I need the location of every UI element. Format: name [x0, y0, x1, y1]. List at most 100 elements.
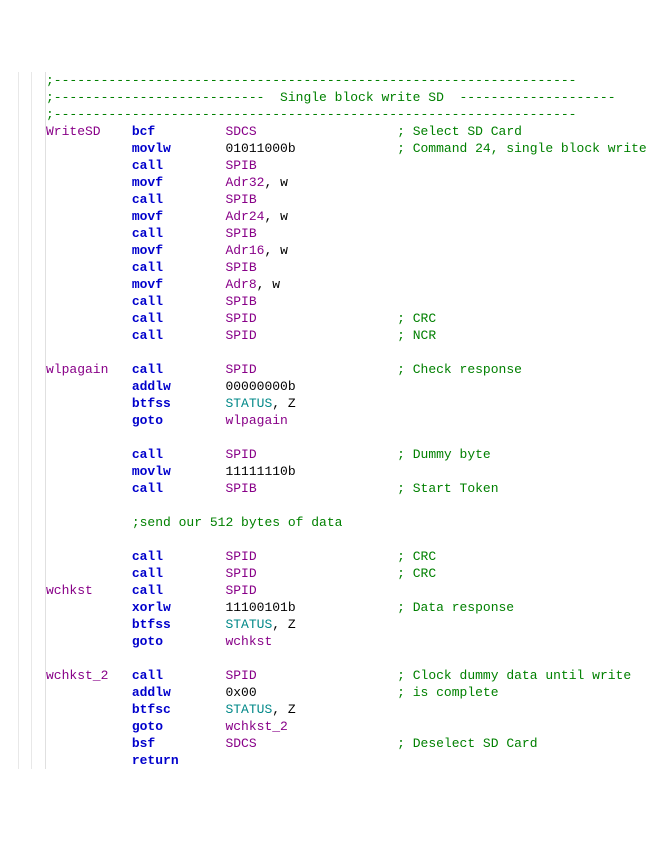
code-line: ;---------------------------------------… [6, 106, 644, 123]
gutter [6, 157, 46, 174]
gutter [6, 412, 46, 429]
instruction: bsf [132, 736, 226, 751]
instruction: call [132, 192, 226, 207]
comment: ; Deselect SD Card [397, 736, 537, 751]
gutter [6, 616, 46, 633]
label-empty [46, 719, 132, 734]
code-line: goto wchkst_2 [6, 718, 644, 735]
gutter [6, 633, 46, 650]
gutter [6, 123, 46, 140]
instruction: call [132, 668, 226, 683]
gutter [6, 361, 46, 378]
instruction: movf [132, 175, 226, 190]
comment: ; Command 24, single block write [397, 141, 647, 156]
code-line [6, 497, 644, 514]
comment: ; CRC [397, 311, 436, 326]
code-line [6, 650, 644, 667]
label: wchkst [46, 583, 132, 598]
label-empty [46, 600, 132, 615]
gutter [6, 684, 46, 701]
label-empty [46, 634, 132, 649]
operands: 11100101b [225, 600, 397, 615]
instruction: goto [132, 413, 226, 428]
label-empty [46, 175, 132, 190]
code-line: call SPID ; CRC [6, 310, 644, 327]
code-line: wchkst call SPID [6, 582, 644, 599]
gutter [6, 480, 46, 497]
code-line: call SPIB [6, 225, 644, 242]
code-line: call SPIB [6, 293, 644, 310]
code-line: addlw 00000000b [6, 378, 644, 395]
comment: ; Start Token [397, 481, 498, 496]
label-empty [46, 617, 132, 632]
instruction: movf [132, 243, 226, 258]
code-line: movlw 01011000b ; Command 24, single blo… [6, 140, 644, 157]
operands: 01011000b [225, 141, 397, 156]
operands: SPIB [225, 158, 397, 173]
instruction: btfsc [132, 702, 226, 717]
instruction: call [132, 566, 226, 581]
instruction: goto [132, 634, 226, 649]
code-line: call SPID ; NCR [6, 327, 644, 344]
code-line: ;--------------------------- Single bloc… [6, 89, 644, 106]
label-empty [46, 464, 132, 479]
label-empty [46, 311, 132, 326]
comment: ; Check response [397, 362, 522, 377]
instruction: addlw [132, 685, 226, 700]
label-empty [46, 396, 132, 411]
code-line: movf Adr8, w [6, 276, 644, 293]
gutter [6, 225, 46, 242]
code-line: movf Adr32, w [6, 174, 644, 191]
label: wchkst_2 [46, 668, 132, 683]
instruction: call [132, 311, 226, 326]
operands: SPID [225, 549, 397, 564]
operands: SDCS [225, 736, 397, 751]
code-line: movf Adr24, w [6, 208, 644, 225]
operands: SPIB [225, 481, 397, 496]
label-empty [46, 753, 132, 768]
label: WriteSD [46, 124, 132, 139]
gutter [6, 463, 46, 480]
comment: ; Dummy byte [397, 447, 491, 462]
code-line: call SPIB [6, 157, 644, 174]
gutter [6, 701, 46, 718]
gutter [6, 344, 46, 361]
operands: wlpagain [225, 413, 397, 428]
code-line: movlw 11111110b [6, 463, 644, 480]
gutter [6, 667, 46, 684]
operands: STATUS, Z [225, 617, 397, 632]
gutter [6, 446, 46, 463]
gutter [6, 208, 46, 225]
gutter [6, 395, 46, 412]
gutter [6, 565, 46, 582]
comment: ; Clock dummy data until write [397, 668, 631, 683]
instruction: movf [132, 209, 226, 224]
operands: SPID [225, 311, 397, 326]
label-empty [46, 192, 132, 207]
code-block: ;---------------------------------------… [6, 72, 644, 769]
gutter [6, 582, 46, 599]
instruction: call [132, 447, 226, 462]
operands: Adr8, w [225, 277, 397, 292]
operands: Adr16, w [225, 243, 397, 258]
instruction: call [132, 226, 226, 241]
gutter [6, 599, 46, 616]
operands: SPID [225, 566, 397, 581]
gutter [6, 650, 46, 667]
instruction: call [132, 260, 226, 275]
code-line: wlpagain call SPID ; Check response [6, 361, 644, 378]
operands: SPID [225, 362, 397, 377]
label-empty [46, 702, 132, 717]
label-empty [46, 260, 132, 275]
code-line: btfss STATUS, Z [6, 395, 644, 412]
code-line: ;---------------------------------------… [6, 72, 644, 89]
code-line [6, 429, 644, 446]
code-line: goto wlpagain [6, 412, 644, 429]
gutter [6, 106, 46, 123]
code-line: return [6, 752, 644, 769]
gutter [6, 429, 46, 446]
label-empty [46, 447, 132, 462]
instruction: return [132, 753, 226, 768]
gutter [6, 72, 46, 89]
operands: SPID [225, 328, 397, 343]
